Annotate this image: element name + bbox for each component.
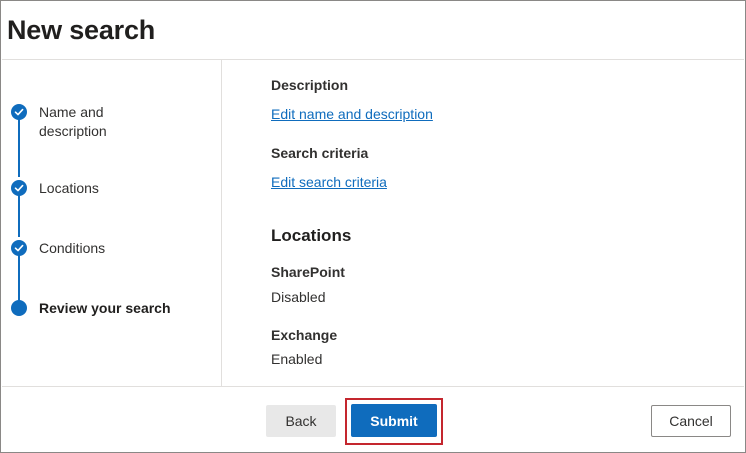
exchange-value: Enabled <box>271 351 323 367</box>
step-locations[interactable]: Locations <box>39 179 99 198</box>
step-completed-checkmark-icon <box>11 180 27 196</box>
step-conditions[interactable]: Conditions <box>39 239 105 258</box>
sharepoint-label: SharePoint <box>271 264 345 280</box>
description-label: Description <box>271 77 349 93</box>
footer-divider <box>2 386 744 387</box>
step-connector <box>18 119 20 177</box>
wizard-stepper: Name and description Locations Condition… <box>1 1 221 386</box>
sidebar-divider <box>221 60 222 386</box>
step-connector <box>18 195 20 237</box>
exchange-label: Exchange <box>271 327 338 343</box>
new-search-panel: New search Name and description Location… <box>0 0 746 453</box>
step-completed-checkmark-icon <box>11 240 27 256</box>
edit-name-and-description-link[interactable]: Edit name and description <box>271 106 433 122</box>
step-connector <box>18 255 20 301</box>
step-completed-checkmark-icon <box>11 104 27 120</box>
step-name-and-description[interactable]: Name and description <box>39 103 107 141</box>
edit-search-criteria-link[interactable]: Edit search criteria <box>271 174 387 190</box>
back-button[interactable]: Back <box>266 405 336 437</box>
step-review-your-search: Review your search <box>39 300 171 316</box>
submit-button[interactable]: Submit <box>351 404 437 437</box>
step-label-line: description <box>39 123 107 139</box>
sharepoint-value: Disabled <box>271 289 326 305</box>
step-current-filled-circle-icon <box>11 300 27 316</box>
step-label-line: Name and <box>39 104 104 120</box>
cancel-button[interactable]: Cancel <box>651 405 731 437</box>
locations-heading: Locations <box>271 226 352 245</box>
search-criteria-label: Search criteria <box>271 145 369 161</box>
